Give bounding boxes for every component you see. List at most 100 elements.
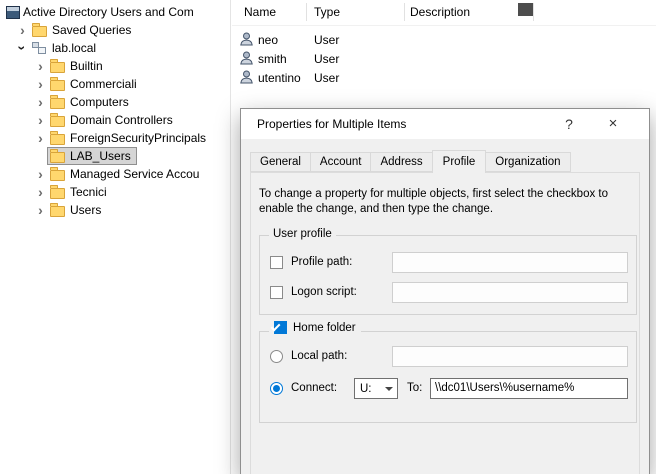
connect-path-input[interactable]: \\dc01\Users\%username%	[430, 378, 628, 399]
tree-item-label: Computers	[70, 95, 129, 109]
connect-radio[interactable]	[270, 382, 283, 395]
column-header-type[interactable]: Type	[314, 5, 340, 19]
tab-account[interactable]: Account	[310, 152, 372, 172]
user-icon	[240, 70, 253, 87]
chevron-collapsed-icon[interactable]: ›	[34, 184, 47, 200]
console-root-icon	[6, 6, 20, 19]
drive-letter-value: U:	[355, 383, 385, 395]
list-row[interactable]: smith User	[232, 49, 656, 68]
tree-item-root[interactable]: Active Directory Users and Com	[0, 3, 230, 21]
tree-item-saved-queries[interactable]: › Saved Queries	[0, 21, 230, 39]
local-path-input[interactable]	[392, 346, 628, 367]
instructions-text: To change a property for multiple object…	[259, 187, 641, 217]
profile-path-input[interactable]	[392, 252, 628, 273]
folder-icon	[50, 116, 65, 127]
list-cell-type: User	[314, 71, 339, 85]
tree-item-computers[interactable]: › Computers	[0, 93, 230, 111]
local-path-radio[interactable]	[270, 350, 283, 363]
dialog-title-bar[interactable]: Properties for Multiple Items ? ×	[241, 109, 649, 139]
to-label: To:	[407, 378, 422, 399]
profile-path-label: Profile path:	[291, 252, 352, 273]
connect-row: Connect: U: To: \\dc01\Users\%username%	[270, 378, 628, 399]
chevron-collapsed-icon[interactable]: ›	[34, 94, 47, 110]
tree-item-label: Managed Service Accou	[70, 167, 199, 181]
folder-icon	[50, 170, 65, 181]
tree-item-managed-service-accounts[interactable]: › Managed Service Accou	[0, 165, 230, 183]
tree-item-label: LAB_Users	[70, 149, 131, 163]
tab-general[interactable]: General	[250, 152, 311, 172]
tree-item-foreign-security-principals[interactable]: › ForeignSecurityPrincipals	[0, 129, 230, 147]
home-folder-checkbox[interactable]	[274, 321, 287, 334]
tab-address[interactable]: Address	[370, 152, 432, 172]
folder-icon	[50, 152, 65, 163]
tree-item-label: Saved Queries	[52, 23, 131, 37]
logon-script-input[interactable]	[392, 282, 628, 303]
folder-icon	[50, 134, 65, 145]
user-icon	[240, 51, 253, 68]
column-divider[interactable]	[404, 3, 405, 21]
list-cell-type: User	[314, 52, 339, 66]
chevron-collapsed-icon[interactable]: ›	[34, 58, 47, 74]
tree-item-label: Active Directory Users and Com	[23, 5, 194, 19]
list-header: Name Type Description	[232, 0, 656, 26]
dropdown-arrow-icon	[385, 387, 393, 391]
user-profile-group: User profile Profile path: Logon script:	[259, 235, 637, 315]
console-tree-pane: Active Directory Users and Com › Saved Q…	[0, 0, 231, 474]
chevron-collapsed-icon[interactable]: ›	[34, 112, 47, 128]
chevron-collapsed-icon[interactable]: ›	[16, 22, 29, 38]
tree-item-label: Users	[70, 203, 101, 217]
dialog-title: Properties for Multiple Items	[257, 109, 406, 139]
close-button[interactable]: ×	[597, 109, 629, 139]
list-row[interactable]: neo User	[232, 30, 656, 49]
tree-item-lab-users[interactable]: LAB_Users	[0, 147, 230, 165]
logon-script-label: Logon script:	[291, 282, 357, 303]
folder-icon	[50, 80, 65, 91]
column-header-name[interactable]: Name	[244, 5, 276, 19]
profile-path-checkbox[interactable]	[270, 256, 283, 269]
chevron-collapsed-icon[interactable]: ›	[34, 76, 47, 92]
column-divider[interactable]	[306, 3, 307, 21]
tree-item-label: Builtin	[70, 59, 103, 73]
background-window-fragment	[518, 3, 533, 16]
chevron-collapsed-icon[interactable]: ›	[34, 202, 47, 218]
tab-organization[interactable]: Organization	[485, 152, 570, 172]
help-button[interactable]: ?	[553, 109, 585, 139]
list-cell-name: smith	[258, 52, 287, 66]
local-path-label: Local path:	[291, 346, 347, 367]
folder-icon	[50, 188, 65, 199]
tree-item-label: Commerciali	[70, 77, 137, 91]
tree-item-builtin[interactable]: › Builtin	[0, 57, 230, 75]
list-cell-name: utentino	[258, 71, 301, 85]
list-cell-name: neo	[258, 33, 278, 47]
logon-script-checkbox[interactable]	[270, 286, 283, 299]
home-folder-group-title: Home folder	[269, 321, 361, 334]
aduc-window: Active Directory Users and Com › Saved Q…	[0, 0, 656, 474]
list-body: neo User smith User utentino User	[232, 30, 656, 87]
tree-item-lab-local[interactable]: › lab.local	[0, 39, 230, 57]
home-folder-group: Home folder Local path: Connect: U: To: …	[259, 331, 637, 423]
column-divider[interactable]	[533, 3, 534, 21]
tree-item-label: Tecnici	[70, 185, 107, 199]
column-header-description[interactable]: Description	[410, 5, 470, 19]
tab-strip: General Account Address Profile Organiza…	[250, 152, 570, 173]
home-folder-label: Home folder	[293, 322, 356, 334]
tab-profile[interactable]: Profile	[432, 150, 487, 173]
folder-icon	[50, 98, 65, 109]
tree-item-domain-controllers[interactable]: › Domain Controllers	[0, 111, 230, 129]
dialog-body: General Account Address Profile Organiza…	[241, 139, 649, 474]
chevron-expanded-icon[interactable]: ›	[15, 42, 31, 55]
tree-item-tecnici[interactable]: › Tecnici	[0, 183, 230, 201]
tree-item-users[interactable]: › Users	[0, 201, 230, 219]
chevron-collapsed-icon[interactable]: ›	[34, 166, 47, 182]
tree-item-commerciali[interactable]: › Commerciali	[0, 75, 230, 93]
user-icon	[240, 32, 253, 49]
tree-item-label: Domain Controllers	[70, 113, 173, 127]
local-path-row: Local path:	[270, 346, 628, 367]
tree-item-label: lab.local	[52, 41, 96, 55]
logon-script-row: Logon script:	[270, 282, 628, 303]
profile-path-row: Profile path:	[270, 252, 628, 273]
chevron-collapsed-icon[interactable]: ›	[34, 130, 47, 146]
list-row[interactable]: utentino User	[232, 68, 656, 87]
connect-label: Connect:	[291, 378, 337, 399]
drive-letter-select[interactable]: U:	[354, 378, 398, 399]
